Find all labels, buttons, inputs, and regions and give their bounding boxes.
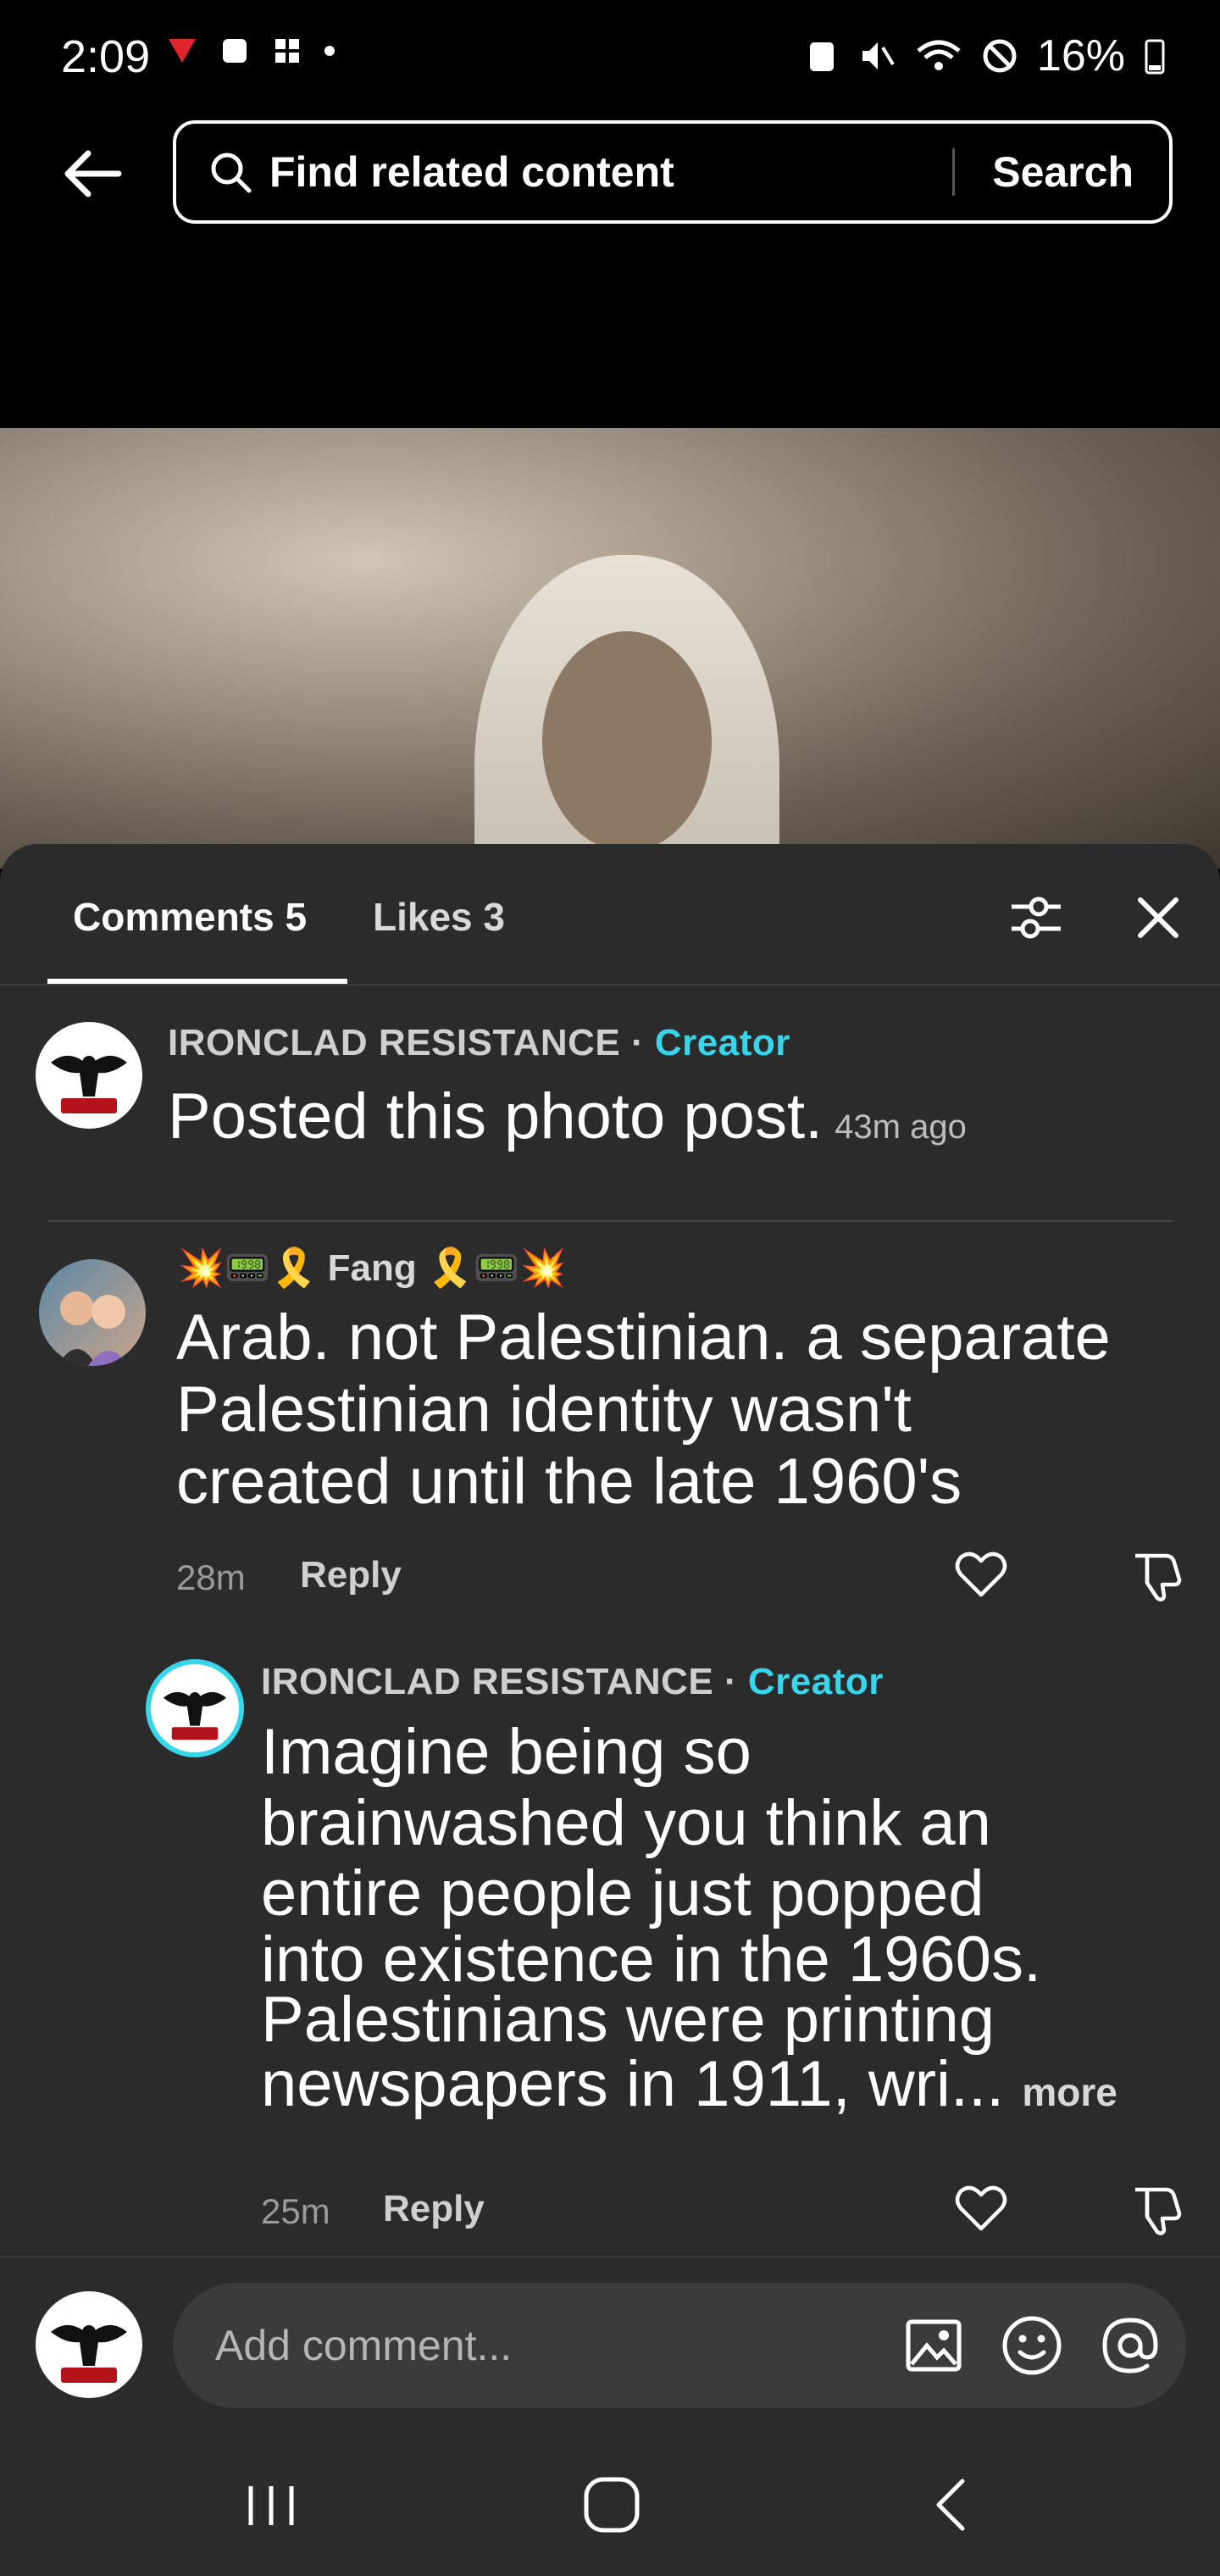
name-separator: · xyxy=(631,1022,645,1063)
reply-line: entire people just popped xyxy=(261,1857,984,1930)
back-button[interactable] xyxy=(54,136,130,212)
couple-avatar-icon xyxy=(58,1291,129,1366)
emoji-button[interactable] xyxy=(1000,2313,1064,2378)
app-3d-icon xyxy=(223,39,247,63)
reply-line: Palestinians were printing xyxy=(261,1984,995,2057)
filter-button[interactable] xyxy=(1006,888,1066,947)
battery-percent: 16% xyxy=(1036,31,1125,80)
creator-post-header: IRONCLAD RESISTANCE · Creator xyxy=(168,1022,790,1064)
wifi-icon xyxy=(917,40,961,70)
app-grid-icon xyxy=(275,39,299,63)
eagle-logo-icon xyxy=(36,1023,141,1128)
username-emoji-left: 💥📟🎗️ xyxy=(178,1247,318,1289)
dislike-icon xyxy=(1135,2187,1182,2235)
comment-line: Palestinian identity wasn't xyxy=(176,1374,912,1446)
eagle-logo-icon xyxy=(151,1664,239,1752)
eagle-logo-icon xyxy=(36,2292,141,2397)
heart-icon xyxy=(955,1552,1007,1597)
fang-dislike-button[interactable] xyxy=(1130,1549,1190,1608)
post-divider xyxy=(47,1220,1173,1222)
app-notification-icon xyxy=(169,39,196,63)
reply-like-button[interactable] xyxy=(954,2183,1013,2239)
reply-dislike-button[interactable] xyxy=(1130,2183,1190,2242)
comment-input-placeholder[interactable]: Add comment... xyxy=(215,2321,901,2370)
creator-username[interactable]: IRONCLAD RESISTANCE xyxy=(168,1022,620,1063)
reply-line: newspapers in 1911, wri... xyxy=(261,2047,1005,2120)
fang-username[interactable]: Fang xyxy=(328,1247,417,1289)
creator-post-body: Posted this photo post. 43m ago xyxy=(168,1081,967,1152)
dot-icon xyxy=(324,46,335,56)
reply-time: 25m xyxy=(261,2191,330,2231)
do-not-disturb-icon xyxy=(983,39,1017,73)
heart-icon xyxy=(955,2185,1007,2231)
back-arrow-icon xyxy=(64,150,122,197)
tabs-divider xyxy=(0,984,1220,985)
system-navigation-bar xyxy=(0,2440,1220,2576)
reply-line: Imagine being so xyxy=(261,1716,751,1788)
more-link[interactable]: more xyxy=(1022,2070,1117,2114)
reply-last-line: newspapers in 1911, wri... more xyxy=(261,2049,1117,2120)
creator-reply-avatar[interactable] xyxy=(146,1659,244,1757)
creator-badge: Creator xyxy=(654,1022,790,1063)
fang-comment-time: 28m xyxy=(176,1557,246,1597)
search-input[interactable]: Find related content xyxy=(269,147,952,197)
close-button[interactable] xyxy=(1128,888,1188,947)
search-divider xyxy=(952,148,956,196)
fang-header: 💥📟🎗️ Fang 🎗️📟💥 xyxy=(178,1246,566,1290)
status-time: 2:09 xyxy=(61,31,151,82)
recent-apps-icon xyxy=(248,2486,294,2525)
nav-back-button[interactable] xyxy=(923,2474,983,2535)
creator-post-time: 43m ago xyxy=(835,1108,967,1146)
reply-text: Imagine being so brainwashed you think a… xyxy=(261,1717,1117,2120)
dislike-icon xyxy=(1135,1553,1182,1602)
search-bar[interactable]: Find related content Search xyxy=(173,120,1173,224)
reply-username[interactable]: IRONCLAD RESISTANCE xyxy=(261,1661,713,1702)
image-button[interactable] xyxy=(901,2313,966,2378)
nav-back-icon xyxy=(936,2479,965,2531)
search-icon xyxy=(208,150,264,194)
status-notification-icons xyxy=(165,34,336,68)
fang-comment-text: Arab. not Palestinian. a separate Palest… xyxy=(176,1302,1111,1518)
tab-likes[interactable]: Likes 3 xyxy=(373,894,505,940)
comment-input[interactable]: Add comment... xyxy=(173,2283,1186,2408)
mention-button[interactable] xyxy=(1098,2313,1162,2378)
search-button[interactable]: Search xyxy=(992,147,1134,197)
current-user-avatar xyxy=(36,2291,142,2398)
creator-badge: Creator xyxy=(747,1661,884,1702)
battery-saver-icon xyxy=(809,42,834,71)
mute-icon xyxy=(862,42,895,69)
creator-post-text: Posted this photo post. xyxy=(168,1080,824,1152)
composer-divider xyxy=(0,2256,1220,2257)
reply-line: brainwashed you think an xyxy=(261,1786,991,1859)
image-icon xyxy=(906,2319,962,2372)
tab-comments[interactable]: Comments 5 xyxy=(73,894,307,940)
recent-apps-button[interactable] xyxy=(239,2476,303,2535)
battery-icon xyxy=(1145,39,1165,75)
home-button[interactable] xyxy=(580,2473,644,2537)
reply-header: IRONCLAD RESISTANCE · Creator xyxy=(261,1661,884,1703)
home-icon xyxy=(584,2477,640,2533)
creator-avatar[interactable] xyxy=(36,1022,142,1129)
comment-line: created until the late 1960's xyxy=(176,1446,962,1518)
fang-like-button[interactable] xyxy=(954,1549,1013,1605)
filter-icon xyxy=(1012,897,1061,939)
emoji-icon xyxy=(1002,2316,1062,2375)
fang-avatar[interactable] xyxy=(39,1259,146,1366)
username-emoji-right: 🎗️📟💥 xyxy=(426,1247,567,1289)
status-right: 16% xyxy=(805,31,1166,81)
name-separator: · xyxy=(724,1661,738,1702)
mention-icon xyxy=(1102,2318,1158,2373)
fang-reply-button[interactable]: Reply xyxy=(300,1554,402,1596)
reply-reply-button[interactable]: Reply xyxy=(383,2188,485,2230)
close-icon xyxy=(1138,897,1178,938)
post-photo[interactable] xyxy=(0,428,1220,869)
comment-line: Arab. not Palestinian. a separate xyxy=(176,1302,1111,1374)
